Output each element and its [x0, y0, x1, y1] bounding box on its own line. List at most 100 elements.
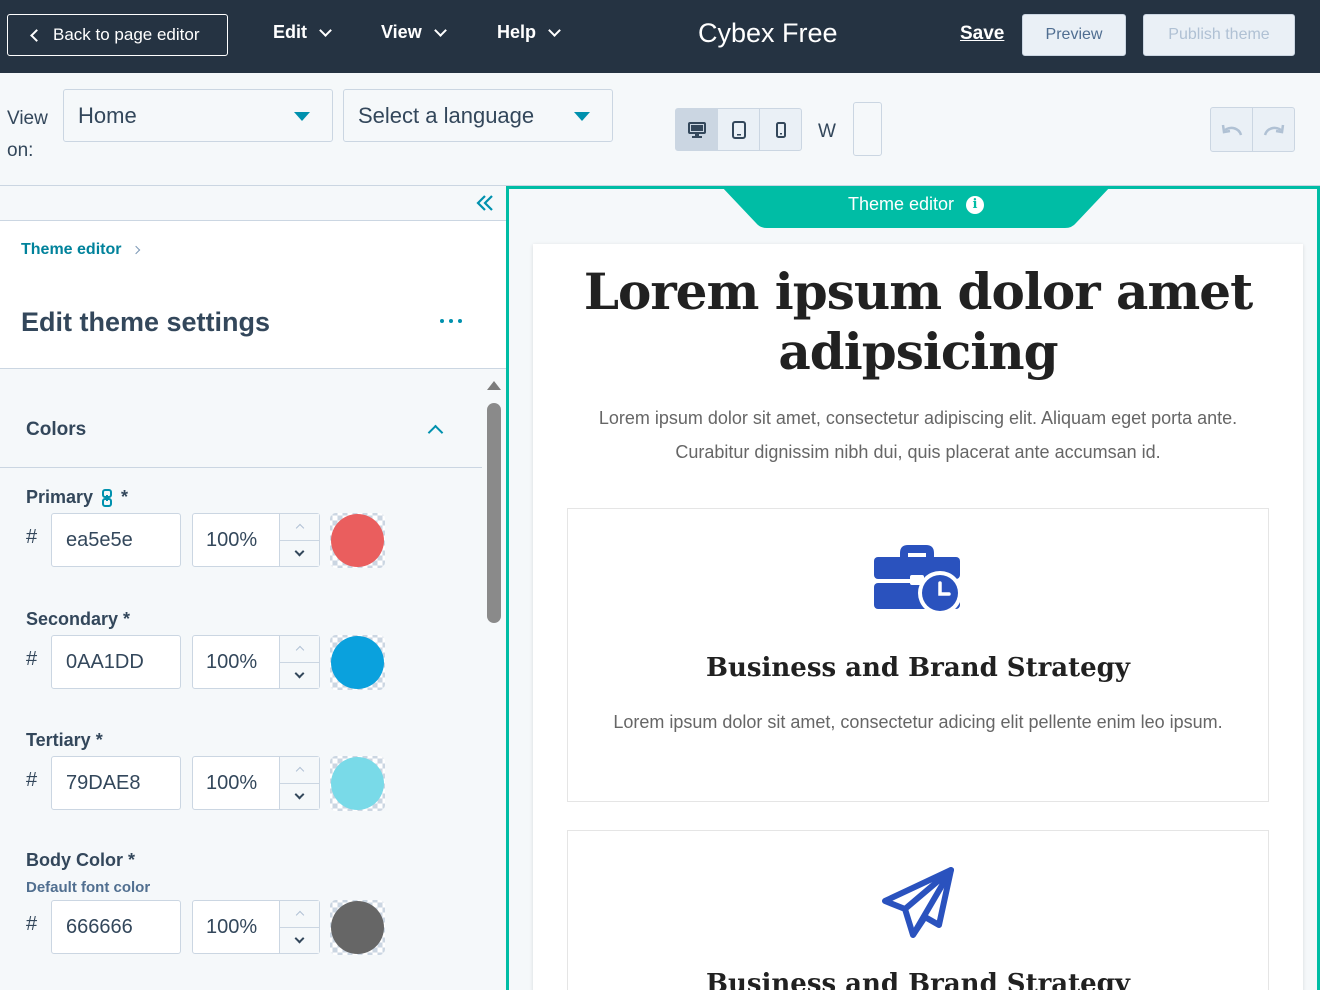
save-button[interactable]: Save: [960, 23, 1004, 45]
required-marker: *: [95, 730, 103, 750]
color-field-secondary: Secondary * # 0AA1DD 100%: [0, 609, 482, 719]
theme-preview-frame: Theme editor i Lorem ipsum dolor amet ad…: [506, 186, 1320, 990]
scroll-up-arrow-icon[interactable]: [487, 381, 501, 390]
chevron-down-icon: [294, 789, 305, 800]
opacity-stepper[interactable]: 100%: [192, 900, 320, 954]
chevron-up-icon: [295, 524, 304, 533]
width-label: W: [818, 121, 836, 142]
width-input[interactable]: [853, 102, 882, 156]
opacity-increment-button[interactable]: [280, 514, 319, 541]
opacity-stepper[interactable]: 100%: [192, 756, 320, 810]
menu-view[interactable]: View: [381, 22, 447, 43]
opacity-increment-button[interactable]: [280, 757, 319, 784]
settings-scroll-area: Colors Primary * # ea5e5e 100% Secondary…: [0, 369, 482, 990]
hash-symbol: #: [26, 648, 38, 670]
required-marker: *: [123, 609, 131, 629]
chevron-right-icon: [132, 245, 141, 255]
desktop-icon: [687, 121, 706, 138]
preview-page: Lorem ipsum dolor amet adipsicing Lorem …: [533, 244, 1303, 990]
publish-theme-button[interactable]: Publish theme: [1143, 14, 1295, 56]
redo-button[interactable]: [1253, 108, 1294, 151]
top-bar: Back to page editor Edit View Help Cybex…: [0, 0, 1320, 73]
color-swatch[interactable]: [330, 513, 385, 568]
service-card: Business and Brand Strategy: [567, 830, 1269, 990]
color-swatch[interactable]: [330, 635, 385, 690]
card-title: Business and Brand Strategy: [706, 653, 1130, 683]
chevron-up-icon: [295, 767, 304, 776]
opacity-decrement-button[interactable]: [280, 928, 319, 954]
opacity-value[interactable]: 100%: [193, 514, 279, 566]
color-field-primary: Primary * # ea5e5e 100%: [0, 487, 482, 597]
field-label-text: Tertiary: [26, 730, 91, 750]
menu-help[interactable]: Help: [497, 22, 561, 43]
color-swatch[interactable]: [330, 900, 385, 955]
section-title: Colors: [26, 419, 87, 440]
theme-editor-tab-label: Theme editor: [847, 194, 955, 214]
device-switcher: [675, 108, 802, 151]
opacity-stepper[interactable]: 100%: [192, 513, 320, 567]
chevron-up-icon: [295, 646, 304, 655]
field-label: Secondary *: [26, 609, 130, 630]
menu-view-label: View: [381, 22, 422, 42]
card-icon-wrap: [568, 543, 1268, 617]
field-label: Body Color *: [26, 850, 135, 871]
back-button-label: Back to page editor: [53, 25, 200, 44]
hex-input[interactable]: 79DAE8: [51, 756, 181, 810]
history-controls: [1210, 107, 1295, 152]
info-icon[interactable]: i: [966, 195, 985, 214]
field-help-text: Default font color: [26, 879, 151, 896]
sidebar-scrollbar[interactable]: [482, 369, 506, 990]
menu-edit[interactable]: Edit: [273, 22, 332, 43]
opacity-decrement-button[interactable]: [280, 663, 319, 689]
preview-button[interactable]: Preview: [1022, 14, 1126, 56]
hex-input[interactable]: 666666: [51, 900, 181, 954]
mobile-view-button[interactable]: [760, 109, 801, 150]
color-field-body-color: Body Color * Default font color # 666666…: [0, 850, 482, 990]
chevron-left-icon: [30, 28, 43, 42]
required-marker: *: [128, 850, 136, 870]
chevron-down-icon: [319, 23, 332, 37]
hero-title: Lorem ipsum dolor amet adipsicing: [583, 262, 1253, 381]
opacity-increment-button[interactable]: [280, 636, 319, 663]
opacity-stepper[interactable]: 100%: [192, 635, 320, 689]
color-swatch[interactable]: [330, 756, 385, 811]
hex-input[interactable]: ea5e5e: [51, 513, 181, 567]
breadcrumb[interactable]: Theme editor: [21, 241, 141, 259]
opacity-decrement-button[interactable]: [280, 784, 319, 810]
more-options-icon[interactable]: [440, 319, 462, 323]
card-icon-wrap: [568, 867, 1268, 939]
theme-title: Cybex Free: [698, 18, 838, 48]
opacity-value[interactable]: 100%: [193, 757, 279, 809]
dropdown-caret-icon: [294, 112, 310, 121]
color-swatch-fill: [331, 901, 384, 954]
collapse-double-chevron-icon[interactable]: [476, 194, 494, 212]
colors-section-toggle[interactable]: Colors: [0, 369, 482, 468]
briefcase-clock-icon: [874, 545, 962, 615]
opacity-value[interactable]: 100%: [193, 901, 279, 953]
view-toolbar: View on: Home Select a language W: [0, 73, 1320, 186]
field-label: Primary *: [26, 487, 128, 508]
color-swatch-fill: [331, 636, 384, 689]
chevron-down-icon: [548, 23, 561, 37]
scrollbar-thumb[interactable]: [487, 403, 501, 623]
page-select[interactable]: Home: [63, 89, 333, 142]
theme-settings-sidebar: Theme editor Edit theme settings Colors …: [0, 186, 506, 990]
color-swatch-fill: [331, 514, 384, 567]
opacity-decrement-button[interactable]: [280, 541, 319, 567]
back-to-page-editor-button[interactable]: Back to page editor: [7, 14, 228, 56]
color-field-tertiary: Tertiary * # 79DAE8 100%: [0, 730, 482, 840]
sidebar-collapse-strip: [0, 186, 506, 221]
desktop-view-button[interactable]: [676, 109, 718, 150]
language-select[interactable]: Select a language: [343, 89, 613, 142]
link-icon[interactable]: [101, 488, 113, 507]
undo-icon: [1221, 124, 1242, 135]
undo-button[interactable]: [1211, 108, 1253, 151]
opacity-increment-button[interactable]: [280, 901, 319, 928]
field-label: Tertiary *: [26, 730, 103, 751]
opacity-value[interactable]: 100%: [193, 636, 279, 688]
tablet-view-button[interactable]: [718, 109, 760, 150]
hex-input[interactable]: 0AA1DD: [51, 635, 181, 689]
theme-editor-tab: Theme editor i: [721, 189, 1111, 228]
hero-text: Lorem ipsum dolor sit amet, consectetur …: [598, 408, 1238, 462]
field-label-text: Secondary: [26, 609, 119, 629]
